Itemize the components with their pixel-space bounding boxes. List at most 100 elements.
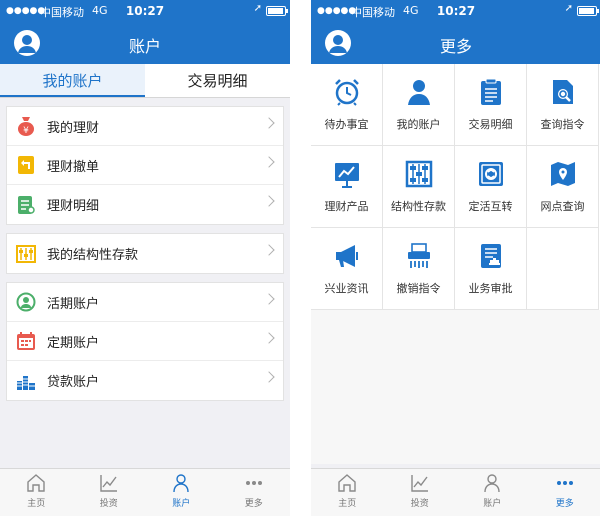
alarm-clock-icon <box>334 79 359 106</box>
nav-bar: 账户 <box>0 22 290 64</box>
page-title: 更多 <box>439 37 472 56</box>
tab-label: 更多 <box>244 499 263 509</box>
chevron-right-icon <box>263 117 275 129</box>
tab-account[interactable]: 账户 <box>456 469 529 516</box>
svg-text:¥: ¥ <box>23 126 29 136</box>
list-item-wealth-detail[interactable]: 理财明细 <box>7 185 283 224</box>
abacus-icon <box>405 160 432 188</box>
tab-more[interactable]: 更多 <box>529 469 600 516</box>
search-document-icon <box>552 80 573 104</box>
document-icon <box>15 194 37 216</box>
tab-home[interactable]: 主页 <box>311 469 384 516</box>
approval-icon <box>480 244 501 268</box>
account-group-accounts: 活期账户 定期账户 贷款账户 <box>6 282 284 401</box>
tab-my-account[interactable]: 我的账户 <box>0 64 145 97</box>
page-title: 账户 <box>128 37 161 56</box>
battery-icon <box>577 6 599 16</box>
chevron-right-icon <box>263 156 275 168</box>
grid-item-transaction-detail[interactable]: 交易明细 <box>455 64 527 146</box>
tab-label: 投资 <box>410 499 429 509</box>
tab-more[interactable]: 更多 <box>218 469 291 516</box>
account-group-wealth: ¥ 我的理财 理财撤单 理财明细 <box>6 106 284 225</box>
presentation-icon <box>334 163 359 188</box>
grid-item-cancel-instruction[interactable]: 撤销指令 <box>383 228 455 310</box>
grid-item-wealth-product[interactable]: 理财产品 <box>311 146 383 228</box>
location-icon: ➚ <box>564 3 573 14</box>
safe-icon <box>478 162 503 186</box>
chart-icon <box>100 475 117 492</box>
chart-icon <box>411 475 428 492</box>
right-screen: ●●●●● 中国移动 4G 10:27 ➚ 更多 待办事宜 我的账户 交易明细 … <box>311 0 600 516</box>
list-item-fixed-account[interactable]: 定期账户 <box>7 322 283 361</box>
grid-item-label: 我的账户 <box>396 118 441 131</box>
tab-account[interactable]: 账户 <box>145 469 218 516</box>
home-icon <box>338 474 356 492</box>
nav-bar: 更多 <box>311 22 600 64</box>
more-icon <box>245 481 262 485</box>
feature-grid: 待办事宜 我的账户 交易明细 查询指令 理财产品 结构性存款 定活互转 网点查询… <box>311 64 600 310</box>
grid-item-label: 兴业资讯 <box>324 282 369 295</box>
list-item-label: 我的结构性存款 <box>47 248 139 263</box>
tab-label: 主页 <box>27 499 46 509</box>
money-bag-icon: ¥ <box>15 115 37 137</box>
grid-item-todo[interactable]: 待办事宜 <box>311 64 383 146</box>
left-screen: ●●●●● 中国移动 4G 10:27 ➚ 账户 我的账户 交易明细 ¥ 我的理… <box>0 0 290 516</box>
location-icon: ➚ <box>253 3 262 14</box>
grid-item-business-approval[interactable]: 业务审批 <box>455 228 527 310</box>
tab-bar: 主页 投资 账户 更多 <box>0 468 290 516</box>
grid-item-my-account[interactable]: 我的账户 <box>383 64 455 146</box>
chevron-right-icon <box>263 293 275 305</box>
undo-icon <box>15 154 37 176</box>
tab-label: 主页 <box>338 499 357 509</box>
tab-label: 账户 <box>483 499 502 509</box>
tab-invest[interactable]: 投资 <box>73 469 146 516</box>
calendar-icon <box>15 330 37 352</box>
grid-item-query-instruction[interactable]: 查询指令 <box>527 64 599 146</box>
grid-item-label: 网点查询 <box>540 200 585 213</box>
grid-item-label: 业务审批 <box>468 282 513 295</box>
map-icon <box>550 162 575 186</box>
grid-item-label: 待办事宜 <box>324 118 369 131</box>
tab-transaction-detail[interactable]: 交易明细 <box>145 64 290 97</box>
user-icon <box>484 474 500 493</box>
list-item-my-wealth[interactable]: ¥ 我的理财 <box>7 107 283 146</box>
megaphone-icon <box>335 245 358 267</box>
list-item-current-account[interactable]: 活期账户 <box>7 283 283 322</box>
grid-item-cib-news[interactable]: 兴业资讯 <box>311 228 383 310</box>
segmented-tabs: 我的账户 交易明细 <box>0 64 290 98</box>
tab-invest[interactable]: 投资 <box>384 469 457 516</box>
list-item-label: 理财明细 <box>47 199 100 214</box>
tab-label: 更多 <box>555 499 574 509</box>
chevron-right-icon <box>263 371 275 383</box>
grid-item-branch-query[interactable]: 网点查询 <box>527 146 599 228</box>
list-item-label: 定期账户 <box>47 335 100 351</box>
list-item-wealth-cancel[interactable]: 理财撤单 <box>7 146 283 185</box>
more-icon <box>556 481 573 485</box>
chevron-right-icon <box>263 332 275 344</box>
grid-item-structured-deposit[interactable]: 结构性存款 <box>383 146 455 228</box>
list-item-loan-account[interactable]: 贷款账户 <box>7 361 283 400</box>
grid-item-fixed-current-transfer[interactable]: 定活互转 <box>455 146 527 228</box>
grid-item-label: 定活互转 <box>468 200 513 213</box>
list-item-label: 贷款账户 <box>47 375 100 390</box>
grid-item-label: 交易明细 <box>468 118 513 131</box>
user-icon <box>173 474 189 493</box>
tab-label: 账户 <box>172 499 191 509</box>
status-bar: ●●●●● 中国移动 4G 10:27 ➚ <box>311 0 600 22</box>
list-item-structured-deposit[interactable]: 我的结构性存款 <box>7 234 283 273</box>
clock: 10:27 <box>436 4 476 18</box>
list-icon <box>480 78 501 105</box>
list-item-label: 活期账户 <box>47 296 100 312</box>
coins-icon <box>15 370 37 392</box>
abacus-icon <box>15 243 37 265</box>
list-item-label: 理财撤单 <box>47 159 100 175</box>
grid-item-empty <box>527 228 599 310</box>
account-group-deposit: 我的结构性存款 <box>6 233 284 274</box>
grid-item-label: 查询指令 <box>540 118 585 131</box>
user-icon <box>407 80 430 105</box>
more-body: 待办事宜 我的账户 交易明细 查询指令 理财产品 结构性存款 定活互转 网点查询… <box>311 64 600 464</box>
chevron-right-icon <box>263 195 275 207</box>
tab-home[interactable]: 主页 <box>0 469 73 516</box>
tab-label: 投资 <box>99 499 118 509</box>
status-bar: ●●●●● 中国移动 4G 10:27 ➚ <box>0 0 290 22</box>
